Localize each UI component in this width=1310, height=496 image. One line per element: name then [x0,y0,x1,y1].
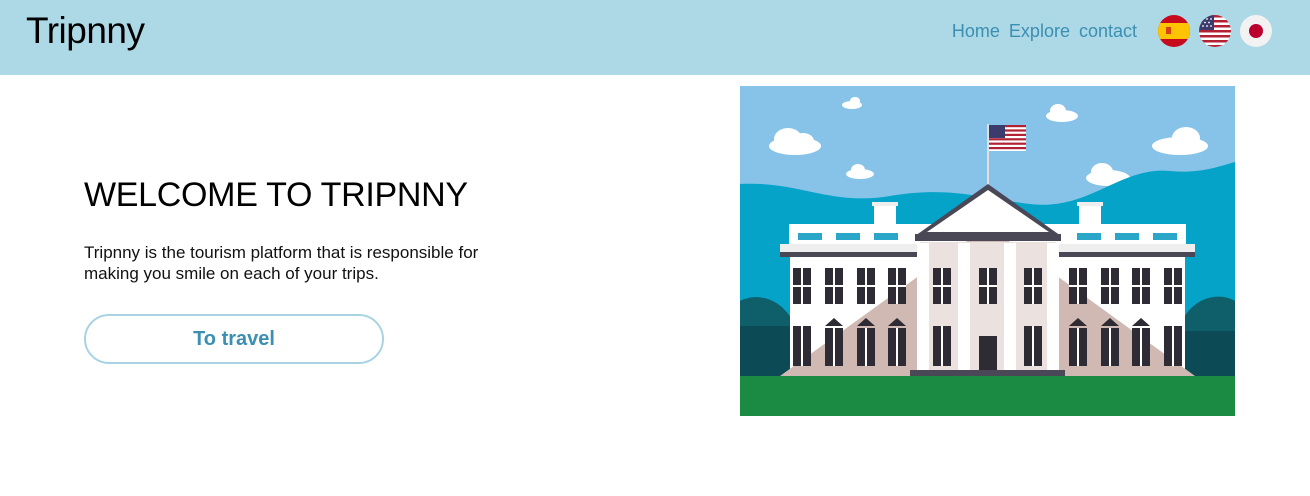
navbar: Tripnny Home Explore contact [0,0,1310,75]
white-house-illustration [740,86,1235,416]
welcome-description: Tripnny is the tourism platform that is … [84,243,479,283]
nav-link-explore[interactable]: Explore [1009,21,1070,42]
brand-logo[interactable]: Tripnny [26,10,145,52]
usa-flag-icon[interactable] [1199,15,1231,47]
nav-links: Home Explore contact [952,13,1272,49]
welcome-title: WELCOME TO TRIPNNY [84,176,468,214]
spain-flag-icon[interactable] [1158,15,1190,47]
nav-link-home[interactable]: Home [952,21,1000,42]
to-travel-button[interactable]: To travel [84,314,384,364]
nav-link-contact[interactable]: contact [1079,21,1137,42]
japan-flag-icon[interactable] [1240,15,1272,47]
